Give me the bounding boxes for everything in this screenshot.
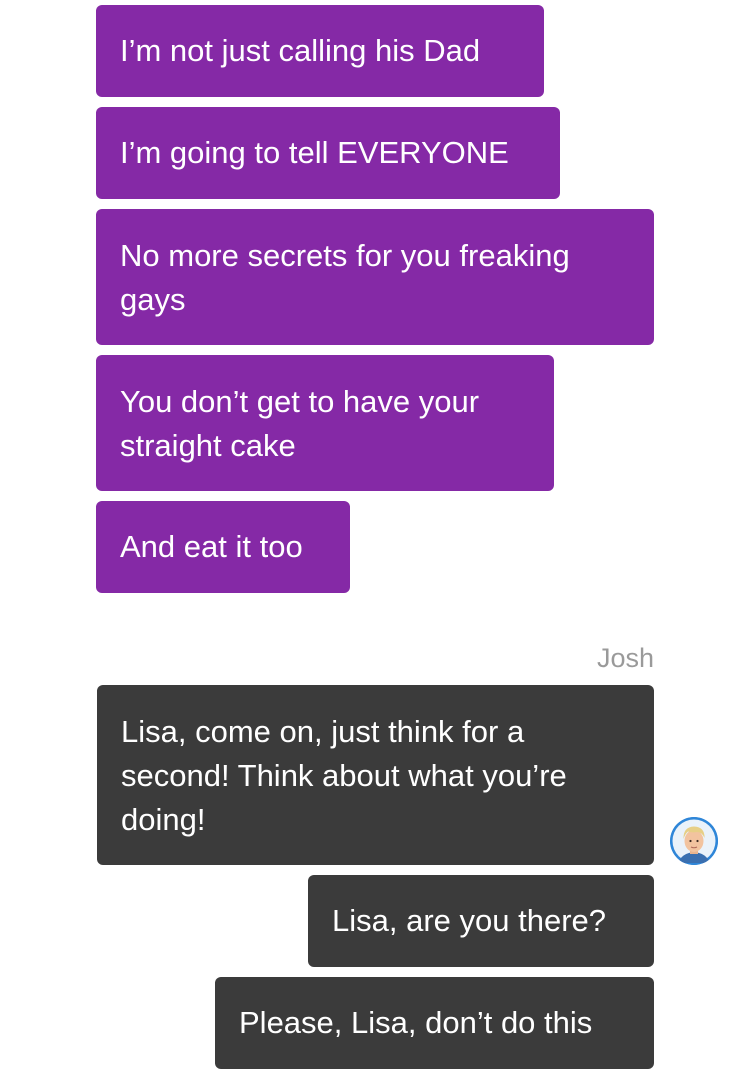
avatar-illustration xyxy=(670,817,718,865)
message-text: No more secrets for you freaking gays xyxy=(120,238,570,317)
message-text: I’m not just calling his Dad xyxy=(120,33,481,68)
sender-name: Josh xyxy=(596,643,654,673)
message-bubble-outgoing[interactable]: Lisa, are you there? xyxy=(308,875,654,967)
message-bubble-incoming[interactable]: I’m going to tell EVERYONE xyxy=(96,107,560,199)
message-text: You don’t get to have your straight cake xyxy=(120,384,480,463)
message-text: Lisa, are you there? xyxy=(332,903,607,938)
message-text: And eat it too xyxy=(120,529,303,564)
message-text: Please, Lisa, don’t do this xyxy=(239,1005,593,1040)
message-bubble-incoming[interactable]: No more secrets for you freaking gays xyxy=(96,209,654,345)
message-bubble-outgoing[interactable]: Please, Lisa, don’t do this xyxy=(215,977,654,1069)
message-text: I’m going to tell EVERYONE xyxy=(120,135,509,170)
message-bubble-incoming[interactable]: You don’t get to have your straight cake xyxy=(96,355,554,491)
message-bubble-incoming[interactable]: And eat it too xyxy=(96,501,350,593)
message-text: Lisa, come on, just think for a second! … xyxy=(121,714,567,837)
message-bubble-outgoing[interactable]: Lisa, come on, just think for a second! … xyxy=(97,685,654,865)
user-avatar-icon[interactable] xyxy=(670,817,718,865)
message-bubble-incoming[interactable]: I’m not just calling his Dad xyxy=(96,5,544,97)
